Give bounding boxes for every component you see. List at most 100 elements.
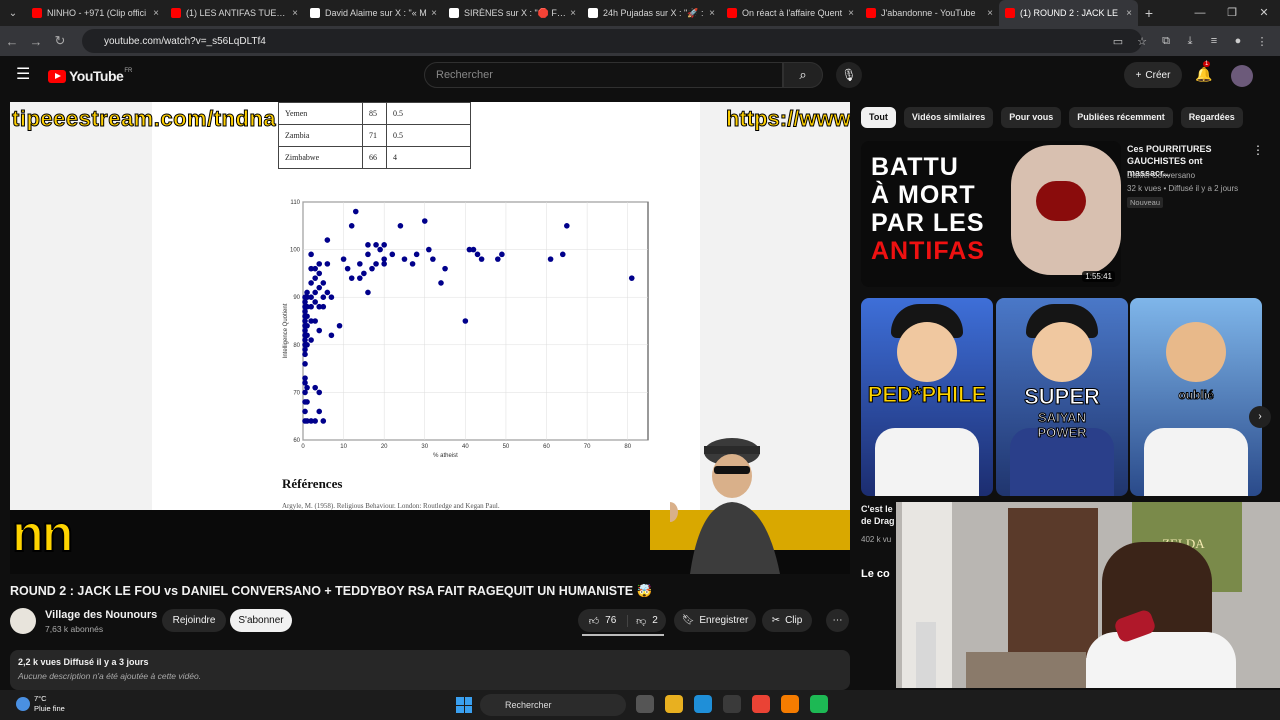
tab-search-icon[interactable]: ⌄ [0, 0, 26, 26]
browser-menu-icon[interactable]: ⋮ [1250, 35, 1274, 48]
app-icon[interactable] [810, 695, 828, 713]
browser-tab[interactable]: 24h Pujadas sur X : "🚀 : × [582, 0, 721, 26]
subscribe-button[interactable]: S'abonner [230, 609, 292, 632]
browser-tab[interactable]: On réact à l'affaire Quent × [721, 0, 860, 26]
references-heading: Références [282, 476, 343, 491]
webcam-shelf [1008, 508, 1098, 658]
browser-tab[interactable]: J'abandonne - YouTube × [860, 0, 999, 26]
search-input[interactable]: Rechercher [424, 62, 783, 88]
weather-widget[interactable]: 7°C Pluie fine [16, 694, 65, 714]
more-actions-button[interactable]: ⋯ [826, 609, 849, 632]
join-button[interactable]: Rejoindre [162, 609, 226, 632]
data-point [308, 251, 314, 258]
thumb-line: BATTU [871, 153, 959, 181]
tab-close-icon[interactable]: × [292, 8, 298, 19]
browser-tab[interactable]: (1) LES ANTIFAS TUENT C × [165, 0, 304, 26]
y-tick-label: 80 [293, 343, 300, 349]
filter-chip[interactable]: Publiées récemment [1069, 107, 1173, 128]
clip-button[interactable]: ✂ Clip [762, 609, 812, 632]
data-point [324, 289, 331, 296]
data-point [365, 251, 371, 258]
maximize-icon[interactable]: ❐ [1216, 0, 1248, 26]
browser-tab[interactable]: (1) ROUND 2 : JACK LE × [999, 0, 1138, 26]
url-field[interactable]: youtube.com/watch?v=_s56LqDLTf4 [82, 29, 1142, 53]
short-caption: SUPER [1024, 384, 1101, 410]
bookmark-star-icon[interactable]: ☆ [1130, 35, 1154, 48]
tab-close-icon[interactable]: × [570, 8, 576, 19]
notifications-button[interactable]: 🔔 1 [1195, 61, 1212, 83]
browser-tab[interactable]: NINHO - +971 (Clip offici × [26, 0, 165, 26]
table-row: Yemen 85 0.5 [278, 102, 471, 125]
tab-close-icon[interactable]: × [153, 8, 159, 19]
store-icon[interactable] [723, 695, 741, 713]
cast-icon[interactable]: ▭ [1106, 35, 1130, 48]
youtube-logo[interactable]: YouTube FR [48, 68, 132, 84]
channel-avatar[interactable] [10, 608, 36, 634]
filter-chip[interactable]: Vidéos similaires [903, 107, 994, 128]
description-box[interactable]: 2,2 k vues Diffusé il y a 3 jours Aucune… [10, 650, 850, 690]
chrome-icon[interactable] [752, 695, 770, 713]
filter-chip[interactable]: Regardées [1180, 107, 1243, 128]
browser-tab[interactable]: SIRÈNES sur X : "🛑 FLAS × [443, 0, 582, 26]
tab-close-icon[interactable]: × [431, 8, 437, 19]
tab-title: 24h Pujadas sur X : "🚀 : [603, 7, 704, 18]
windows-start-icon[interactable] [456, 697, 472, 713]
table-cell: Yemen [278, 102, 363, 125]
table-cell: 71 [362, 124, 387, 147]
tab-close-icon[interactable]: × [709, 8, 715, 19]
tab-close-icon[interactable]: × [987, 8, 993, 19]
new-tab-button[interactable]: + [1138, 5, 1160, 21]
forward-icon[interactable]: → [24, 34, 48, 49]
y-tick-label: 70 [293, 390, 300, 396]
firefox-icon[interactable] [781, 695, 799, 713]
reload-icon[interactable]: ↻ [48, 33, 72, 49]
filter-chip[interactable]: Tout [861, 107, 896, 128]
recommended-thumb-3[interactable]: Le co [861, 568, 891, 608]
create-button[interactable]: + Créer [1124, 62, 1182, 88]
short-card[interactable]: oublié [1130, 298, 1262, 496]
back-icon[interactable]: ← [0, 34, 24, 49]
like-button[interactable]: 👍︎ 76 [578, 614, 628, 627]
task-view-icon[interactable] [636, 695, 654, 713]
data-point [478, 256, 485, 262]
recommended-thumbnail[interactable]: BATTU À MORT PAR LES ANTIFAS 1:55:41 [861, 141, 1121, 287]
video-player[interactable]: Yemen 85 0.5 Zambia 71 0.5 Zimbabwe 66 4 0 10 20 30… [10, 102, 850, 574]
download-icon[interactable]: ⤓ [1178, 35, 1202, 48]
minimize-icon[interactable]: — [1184, 0, 1216, 26]
character-face [1032, 322, 1092, 382]
taskbar-search[interactable]: Rechercher [480, 694, 626, 716]
y-tick-label: 60 [293, 438, 300, 444]
filter-chip[interactable]: Pour vous [1001, 107, 1062, 128]
overlay-url: https://www [726, 106, 850, 132]
file-explorer-icon[interactable] [665, 695, 683, 713]
recommended-views-2: 402 k vu [861, 535, 892, 544]
search-button[interactable]: ⌕ [783, 62, 823, 88]
data-point [308, 303, 314, 310]
table-cell: 85 [362, 102, 387, 125]
hamburger-menu-icon[interactable]: ☰ [16, 67, 32, 83]
tab-close-icon[interactable]: × [848, 8, 854, 19]
data-point [304, 384, 310, 391]
browser-tab[interactable]: David Alaime sur X : "« M × [304, 0, 443, 26]
account-avatar[interactable] [1231, 65, 1253, 87]
extensions-icon[interactable]: ⧉ [1154, 35, 1178, 48]
media-icon[interactable]: ≡ [1202, 35, 1226, 47]
plot-area [302, 201, 649, 441]
recommended-menu-icon[interactable]: ⋮ [1252, 143, 1264, 157]
table-cell: 4 [386, 146, 471, 169]
next-arrow-button[interactable]: › [1249, 406, 1271, 428]
tab-close-icon[interactable]: × [1126, 8, 1132, 19]
close-window-icon[interactable]: ✕ [1248, 0, 1280, 26]
recommended-channel[interactable]: Daniel Conversano [1127, 171, 1195, 180]
recommended-title-2[interactable]: C'est le de Drag [861, 503, 895, 527]
short-card[interactable]: SUPER SAIYAN POWER [996, 298, 1128, 496]
short-card[interactable]: PED*PHILE [861, 298, 993, 496]
save-button[interactable]: 🔖︎ Enregistrer [674, 609, 756, 632]
thumbnail-caption: BATTU À MORT PAR LES ANTIFAS [871, 153, 985, 265]
edge-icon[interactable] [694, 695, 712, 713]
voice-search-button[interactable]: 🎙 [836, 62, 862, 88]
dislike-button[interactable]: 👎︎ 2 [628, 615, 666, 627]
data-point [304, 322, 310, 329]
channel-name[interactable]: Village des Nounours [45, 609, 157, 621]
profile-icon[interactable]: ● [1226, 35, 1250, 47]
